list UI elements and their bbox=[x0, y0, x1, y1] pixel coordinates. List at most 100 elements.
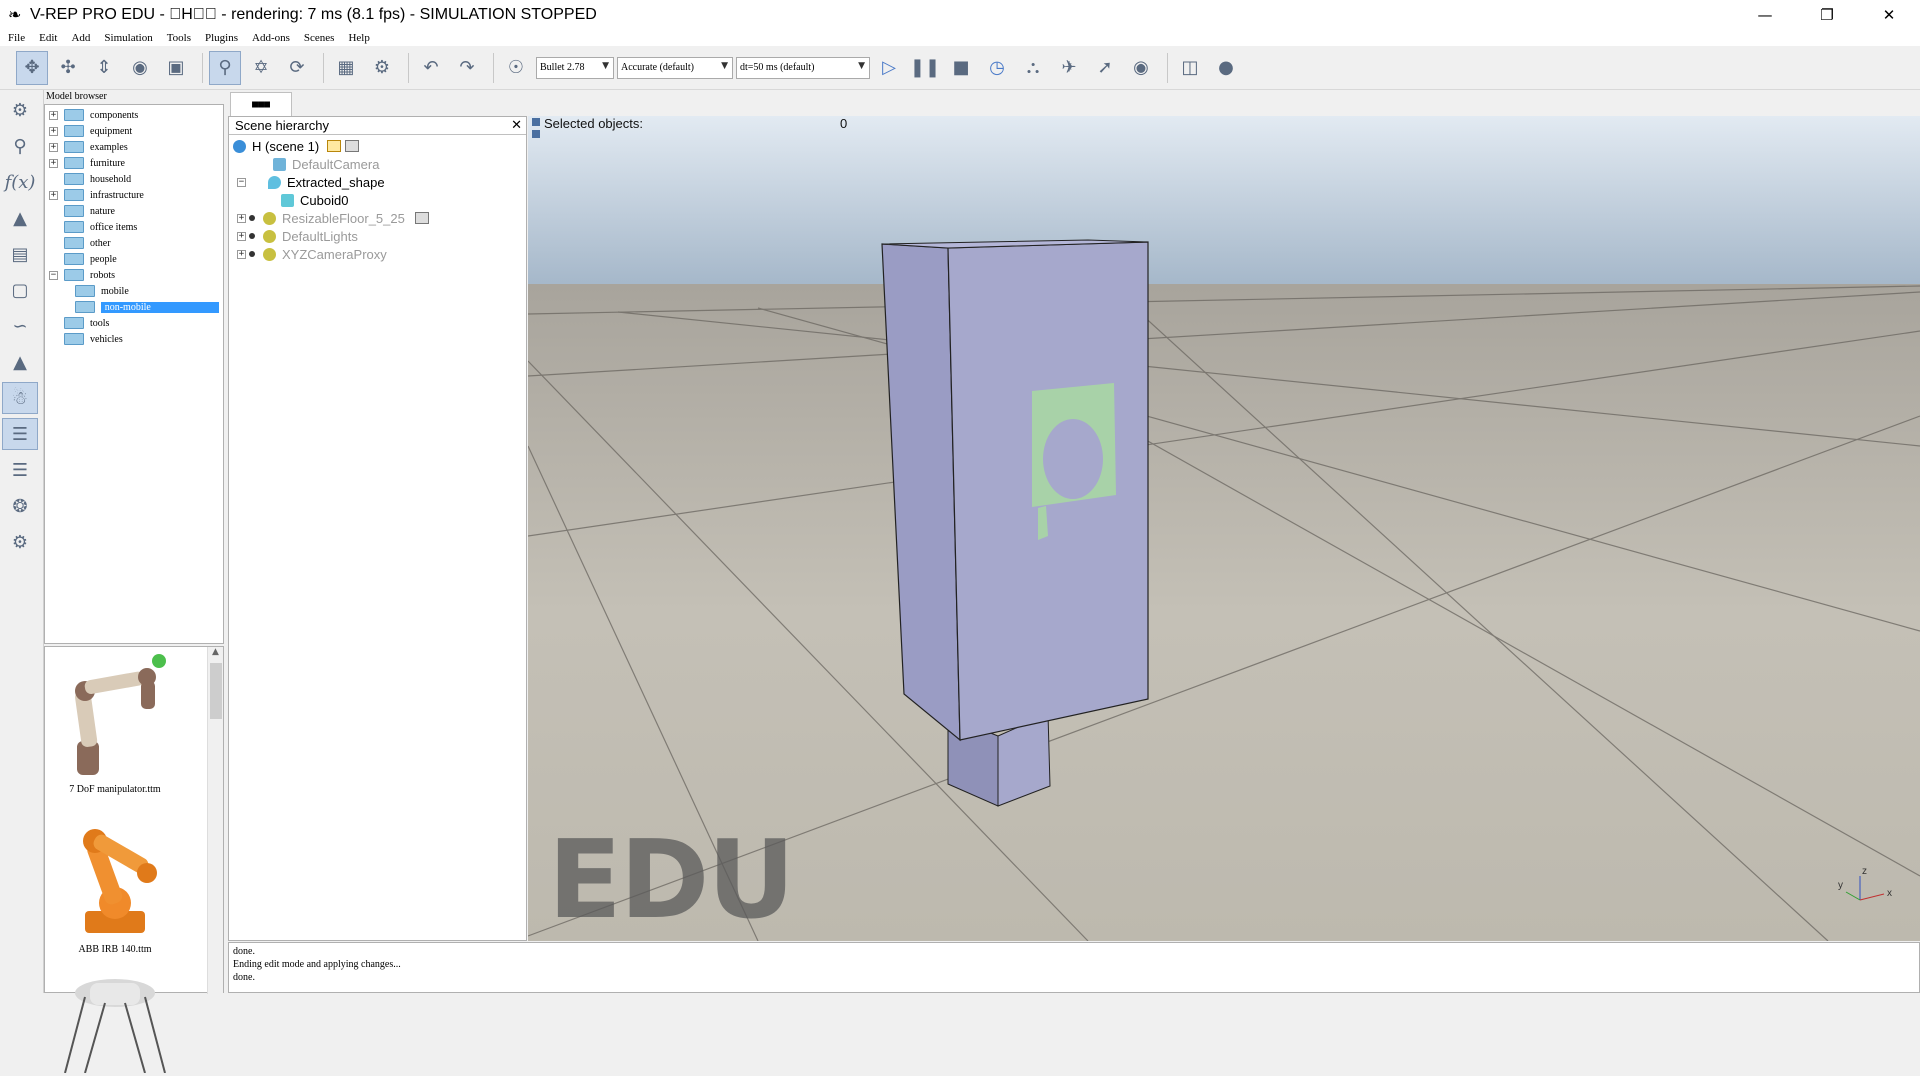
click-select-icon[interactable]: ⚲ bbox=[209, 50, 241, 85]
tree-item[interactable]: + components bbox=[49, 107, 219, 123]
play-icon[interactable]: ▷ bbox=[873, 51, 905, 85]
user-settings-icon[interactable]: ⚙ bbox=[2, 526, 38, 558]
assemble-icon[interactable]: ▦ bbox=[330, 51, 362, 85]
dynamics-icon[interactable]: ☉ bbox=[500, 51, 532, 85]
scene-hierarchy-icon[interactable]: ☰ bbox=[2, 418, 38, 450]
tree-item-selected[interactable]: non-mobile bbox=[49, 299, 219, 315]
viewport-menu-icon[interactable] bbox=[532, 118, 540, 126]
calculation-modules-icon[interactable]: f(x) bbox=[2, 166, 38, 198]
thumbnail-scrollbar[interactable]: ▲ bbox=[207, 647, 223, 994]
path-edit-icon[interactable]: ∽ bbox=[2, 310, 38, 342]
expand-icon[interactable]: + bbox=[237, 213, 246, 223]
tree-item[interactable]: vehicles bbox=[49, 331, 219, 347]
expand-icon[interactable]: + bbox=[49, 158, 58, 168]
expand-icon[interactable]: + bbox=[237, 231, 246, 241]
close-icon[interactable]: ✕ bbox=[511, 117, 522, 134]
script-icon[interactable] bbox=[327, 140, 342, 152]
environment-icon[interactable] bbox=[345, 140, 360, 152]
hierarchy-row-scene[interactable]: H (scene 1) bbox=[233, 137, 360, 155]
menu-file[interactable]: File bbox=[8, 32, 25, 44]
script-icon[interactable] bbox=[414, 212, 429, 224]
object-shift-icon[interactable]: ✡ bbox=[245, 51, 277, 85]
camera-pan-icon[interactable]: ✥ bbox=[16, 50, 48, 85]
viewport-option-icon[interactable] bbox=[532, 130, 540, 138]
physics-engine-select[interactable]: Bullet 2.78 ▼ bbox=[536, 56, 614, 79]
tree-item[interactable]: + examples bbox=[49, 139, 219, 155]
slow-down-icon[interactable]: ⛬ bbox=[1017, 51, 1049, 85]
video-recorder-icon[interactable]: ❂ bbox=[2, 490, 38, 522]
camera-rotate-icon[interactable]: ✣ bbox=[52, 51, 84, 85]
timestep-select[interactable]: dt=50 ms (default) ▼ bbox=[736, 56, 870, 79]
tree-item[interactable]: + equipment bbox=[49, 123, 219, 139]
expand-icon[interactable]: + bbox=[49, 110, 58, 120]
scripts-icon[interactable]: ▤ bbox=[2, 238, 38, 270]
menu-add[interactable]: Add bbox=[71, 32, 90, 44]
hierarchy-row[interactable]: + XYZCameraProxy bbox=[237, 245, 387, 263]
menu-edit[interactable]: Edit bbox=[39, 32, 57, 44]
menu-tools[interactable]: Tools bbox=[167, 32, 191, 44]
tree-item-label: other bbox=[90, 237, 111, 249]
collapse-icon[interactable]: − bbox=[237, 177, 246, 187]
pause-icon[interactable]: ❚❚ bbox=[909, 51, 941, 85]
tree-item[interactable]: + infrastructure bbox=[49, 187, 219, 203]
scene-tab[interactable]: ■■■ bbox=[230, 92, 292, 116]
speed-up-icon[interactable]: ✈ bbox=[1053, 51, 1085, 85]
tree-item[interactable]: tools bbox=[49, 315, 219, 331]
expand-icon[interactable]: + bbox=[49, 190, 58, 200]
model-thumbnail[interactable] bbox=[45, 973, 185, 1076]
selection-icon[interactable]: ▲ bbox=[2, 346, 38, 378]
collapse-icon[interactable]: − bbox=[49, 270, 58, 280]
tree-item[interactable]: office items bbox=[49, 219, 219, 235]
scene-selector-icon[interactable]: ● bbox=[1210, 51, 1242, 85]
tree-item[interactable]: people bbox=[49, 251, 219, 267]
hierarchy-row[interactable]: DefaultCamera bbox=[273, 155, 379, 173]
thread-rendering-icon[interactable]: ➚ bbox=[1089, 51, 1121, 85]
transfer-dna-icon[interactable]: ⚙ bbox=[366, 51, 398, 85]
hierarchy-row[interactable]: − Extracted_shape bbox=[237, 173, 385, 191]
minimize-icon[interactable]: — bbox=[1734, 0, 1796, 30]
accuracy-select[interactable]: Accurate (default) ▼ bbox=[617, 56, 733, 79]
shape-edit-icon[interactable]: ▢ bbox=[2, 274, 38, 306]
layers-icon[interactable]: ☰ bbox=[2, 454, 38, 486]
tree-item[interactable]: household bbox=[49, 171, 219, 187]
menu-scenes[interactable]: Scenes bbox=[304, 32, 335, 44]
fit-to-view-icon[interactable]: ▣ bbox=[160, 51, 192, 85]
expand-icon[interactable]: + bbox=[237, 249, 246, 259]
close-icon[interactable]: ✕ bbox=[1858, 0, 1920, 30]
menu-help[interactable]: Help bbox=[348, 32, 369, 44]
realtime-icon[interactable]: ◷ bbox=[981, 51, 1013, 85]
visualization-icon[interactable]: ◉ bbox=[1125, 51, 1157, 85]
stop-icon[interactable]: ■ bbox=[945, 51, 977, 85]
menu-addons[interactable]: Add-ons bbox=[252, 32, 290, 44]
tree-item[interactable]: mobile bbox=[49, 283, 219, 299]
expand-icon[interactable]: + bbox=[49, 142, 58, 152]
page-selector-icon[interactable]: ◫ bbox=[1174, 51, 1206, 85]
menu-plugins[interactable]: Plugins bbox=[205, 32, 238, 44]
collections-icon[interactable]: ▲ bbox=[2, 202, 38, 234]
camera-angle-icon[interactable]: ◉ bbox=[124, 51, 156, 85]
object-rotate-icon[interactable]: ⟳ bbox=[281, 51, 313, 85]
tree-item[interactable]: other bbox=[49, 235, 219, 251]
tree-item[interactable]: + furniture bbox=[49, 155, 219, 171]
expand-icon[interactable]: + bbox=[49, 126, 58, 136]
tree-item[interactable]: nature bbox=[49, 203, 219, 219]
scrollbar-thumb[interactable] bbox=[210, 663, 222, 719]
model-thumbnail[interactable]: ABB IRB 140.ttm bbox=[45, 811, 185, 955]
hierarchy-row[interactable]: + ResizableFloor_5_25 bbox=[237, 209, 429, 227]
model-icon bbox=[263, 211, 276, 225]
status-console[interactable]: done. Ending edit mode and applying chan… bbox=[228, 942, 1920, 993]
undo-icon[interactable]: ↶ bbox=[415, 51, 447, 85]
zoom-icon[interactable]: ⚲ bbox=[2, 130, 38, 162]
hierarchy-row[interactable]: Cuboid0 bbox=[281, 191, 348, 209]
scene-viewport[interactable]: z x y Selected objects: 0 EDU bbox=[528, 116, 1920, 941]
simulation-settings-icon[interactable]: ⚙ bbox=[2, 94, 38, 126]
scroll-up-icon[interactable]: ▲ bbox=[208, 647, 223, 663]
hierarchy-row[interactable]: + DefaultLights bbox=[237, 227, 358, 245]
maximize-icon[interactable]: ❐ bbox=[1796, 0, 1858, 30]
camera-shift-icon[interactable]: ⇕ bbox=[88, 51, 120, 85]
menu-simulation[interactable]: Simulation bbox=[104, 32, 152, 44]
model-browser-icon[interactable]: ☃ bbox=[2, 382, 38, 414]
tree-item[interactable]: − robots bbox=[49, 267, 219, 283]
model-thumbnail[interactable]: 7 DoF manipulator.ttm bbox=[45, 651, 185, 795]
redo-icon[interactable]: ↷ bbox=[451, 51, 483, 85]
